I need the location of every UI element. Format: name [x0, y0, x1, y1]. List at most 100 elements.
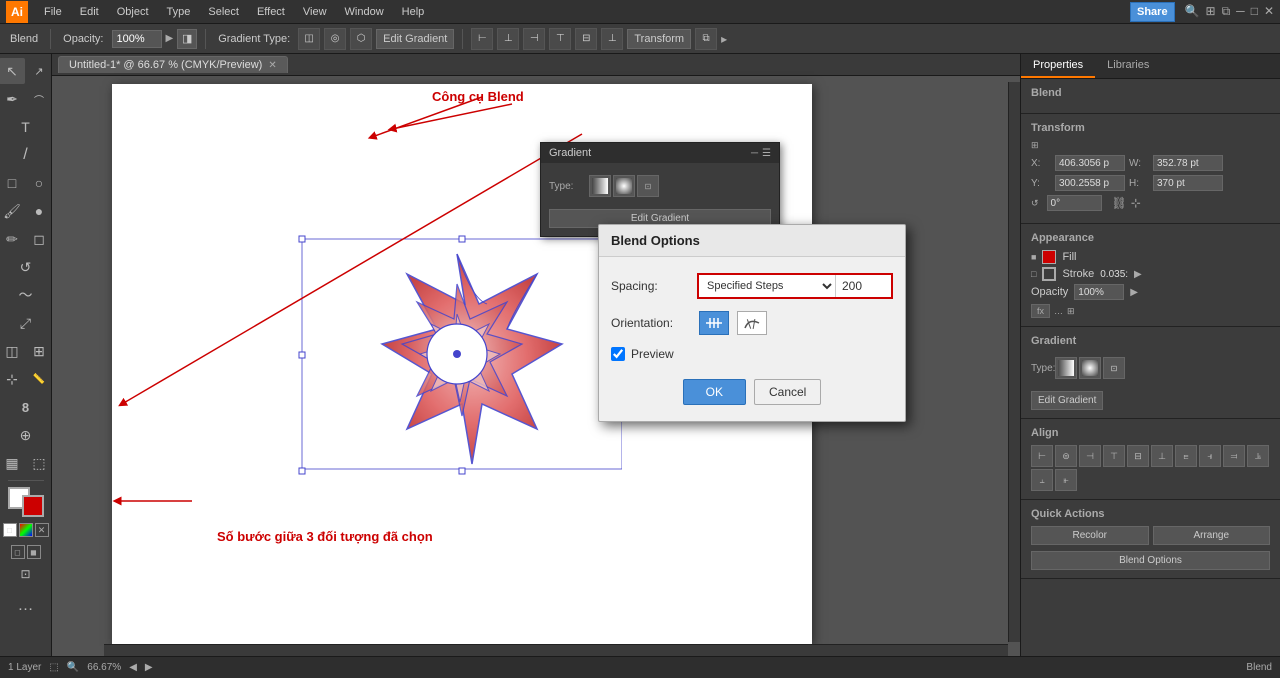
- align-center-v-icon[interactable]: ⊟: [575, 28, 597, 50]
- gradient-type-radial[interactable]: ◎: [324, 28, 346, 50]
- constrain-icon[interactable]: ⛓: [1112, 196, 1127, 210]
- symbol-sprayer-tool[interactable]: ⊕: [13, 422, 39, 448]
- opacity-chevron[interactable]: ▶: [166, 33, 174, 44]
- edit-gradient-button[interactable]: Edit Gradient: [376, 29, 454, 49]
- gp-linear-btn[interactable]: [589, 175, 611, 197]
- gradient-type-freeform[interactable]: ⬡: [350, 28, 372, 50]
- gradient-panel-min[interactable]: ─: [751, 148, 758, 159]
- align-bottom-icon[interactable]: ⊥: [601, 28, 623, 50]
- edit-gradient-panel-button[interactable]: Edit Gradient: [1031, 391, 1103, 410]
- curvature-tool[interactable]: ⌒: [26, 86, 52, 112]
- blend-options-button[interactable]: Blend Options: [1031, 551, 1270, 570]
- screen-mode-btn[interactable]: ⊡: [13, 561, 39, 587]
- warp-tool[interactable]: 〜: [13, 282, 39, 308]
- opacity-input[interactable]: [112, 30, 162, 48]
- transform-button[interactable]: Transform: [627, 29, 691, 49]
- stroke-color-box[interactable]: [22, 495, 44, 517]
- arrange-icon[interactable]: ⊞: [1206, 4, 1216, 19]
- mesh-tool[interactable]: ⊞: [26, 338, 52, 364]
- vertical-scrollbar[interactable]: [1008, 82, 1020, 642]
- distribute-v[interactable]: ⫠: [1031, 469, 1053, 491]
- menu-help[interactable]: Help: [394, 4, 433, 20]
- menu-effect[interactable]: Effect: [249, 4, 293, 20]
- type-tool[interactable]: T: [13, 114, 39, 140]
- menu-file[interactable]: File: [36, 4, 70, 20]
- draw-normal-btn[interactable]: ◻: [11, 545, 25, 559]
- grad-freeform-btn[interactable]: ⊡: [1103, 357, 1125, 379]
- direct-select-tool[interactable]: ↗: [26, 58, 52, 84]
- align-right-edge[interactable]: ⊣: [1079, 445, 1101, 467]
- transform-extra-icon[interactable]: ⧉: [695, 28, 717, 50]
- align-left-icon[interactable]: ⊢: [471, 28, 493, 50]
- align-center-h-icon[interactable]: ⊥: [497, 28, 519, 50]
- rect-tool[interactable]: □: [0, 170, 25, 196]
- rotate-input[interactable]: [1047, 195, 1102, 211]
- menu-object[interactable]: Object: [109, 4, 157, 20]
- grad-radial-btn[interactable]: [1079, 357, 1101, 379]
- document-tab[interactable]: Untitled-1* @ 66.67 % (CMYK/Preview) ✕: [58, 56, 288, 73]
- fx-button[interactable]: fx: [1031, 304, 1050, 318]
- pencil-tool[interactable]: ✏: [0, 226, 25, 252]
- grad-linear-btn[interactable]: [1055, 357, 1077, 379]
- toolbar-more-icon[interactable]: ▸: [721, 32, 727, 46]
- w-input[interactable]: [1153, 155, 1223, 171]
- zoom-icon[interactable]: 🔍: [67, 662, 79, 673]
- distribute-right[interactable]: ⫤: [1223, 445, 1245, 467]
- more-tools-btn[interactable]: …: [13, 593, 39, 619]
- measure-tool[interactable]: 📏: [26, 366, 52, 392]
- ok-button[interactable]: OK: [683, 379, 746, 405]
- cancel-button[interactable]: Cancel: [754, 379, 821, 405]
- distribute-h[interactable]: ⫣: [1199, 445, 1221, 467]
- stroke-chevron[interactable]: ▶: [1134, 269, 1142, 280]
- share-button[interactable]: Share: [1130, 2, 1175, 22]
- spacing-value-input[interactable]: [836, 275, 891, 297]
- minimize-icon[interactable]: ─: [1236, 4, 1245, 19]
- gradient-mode-btn[interactable]: [19, 523, 33, 537]
- search-icon[interactable]: 🔍: [1185, 4, 1200, 19]
- menu-type[interactable]: Type: [159, 4, 199, 20]
- appearance-more-btn[interactable]: ⊞: [1067, 306, 1075, 317]
- gradient-tool[interactable]: ◫: [0, 338, 25, 364]
- horizontal-scrollbar[interactable]: [104, 644, 1008, 656]
- transform-more-icon[interactable]: ⊹: [1131, 196, 1141, 210]
- eyedropper-tool[interactable]: ⊹: [0, 366, 25, 392]
- align-v-center[interactable]: ⊟: [1127, 445, 1149, 467]
- preview-checkbox[interactable]: [611, 347, 625, 361]
- x-input[interactable]: [1055, 155, 1125, 171]
- spacing-select[interactable]: Specified Steps Specified Distance Smoot…: [699, 275, 836, 297]
- menu-select[interactable]: Select: [200, 4, 247, 20]
- blob-brush-tool[interactable]: ●: [26, 198, 52, 224]
- menu-view[interactable]: View: [295, 4, 335, 20]
- column-graph-tool[interactable]: ▦: [0, 450, 25, 476]
- recolor-button[interactable]: Recolor: [1031, 526, 1149, 545]
- tab-libraries[interactable]: Libraries: [1095, 54, 1161, 78]
- h-input[interactable]: [1153, 175, 1223, 191]
- scale-tool[interactable]: ⤢: [13, 310, 39, 336]
- eraser-tool[interactable]: ◻: [26, 226, 52, 252]
- menu-edit[interactable]: Edit: [72, 4, 107, 20]
- align-top-edge[interactable]: ⊤: [1103, 445, 1125, 467]
- tab-properties[interactable]: Properties: [1021, 54, 1095, 78]
- pen-tool[interactable]: ✒: [0, 86, 25, 112]
- gradient-panel-menu[interactable]: ☰: [762, 148, 771, 159]
- close-icon[interactable]: ✕: [1264, 4, 1274, 19]
- gradient-type-linear[interactable]: ◫: [298, 28, 320, 50]
- gp-radial-btn[interactable]: [613, 175, 635, 197]
- gradient-preview-icon[interactable]: ◨: [177, 29, 197, 49]
- color-mode-btn[interactable]: □: [3, 523, 17, 537]
- blend-tool[interactable]: 8: [13, 394, 39, 420]
- paintbrush-tool[interactable]: 🖌: [0, 198, 25, 224]
- align-h-center[interactable]: ⊜: [1055, 445, 1077, 467]
- prev-page-icon[interactable]: ◀: [129, 662, 137, 673]
- align-top-icon[interactable]: ⊤: [549, 28, 571, 50]
- next-page-icon[interactable]: ▶: [145, 662, 153, 673]
- arrange-button[interactable]: Arrange: [1153, 526, 1271, 545]
- distribute-bottom[interactable]: ⫦: [1055, 469, 1077, 491]
- align-right-icon[interactable]: ⊣: [523, 28, 545, 50]
- ellipse-tool[interactable]: ○: [26, 170, 52, 196]
- maximize-icon[interactable]: □: [1251, 4, 1258, 19]
- rotate-tool[interactable]: ↺: [13, 254, 39, 280]
- line-tool[interactable]: /: [13, 142, 39, 168]
- stroke-swatch[interactable]: [1042, 267, 1056, 281]
- none-mode-btn[interactable]: ✕: [35, 523, 49, 537]
